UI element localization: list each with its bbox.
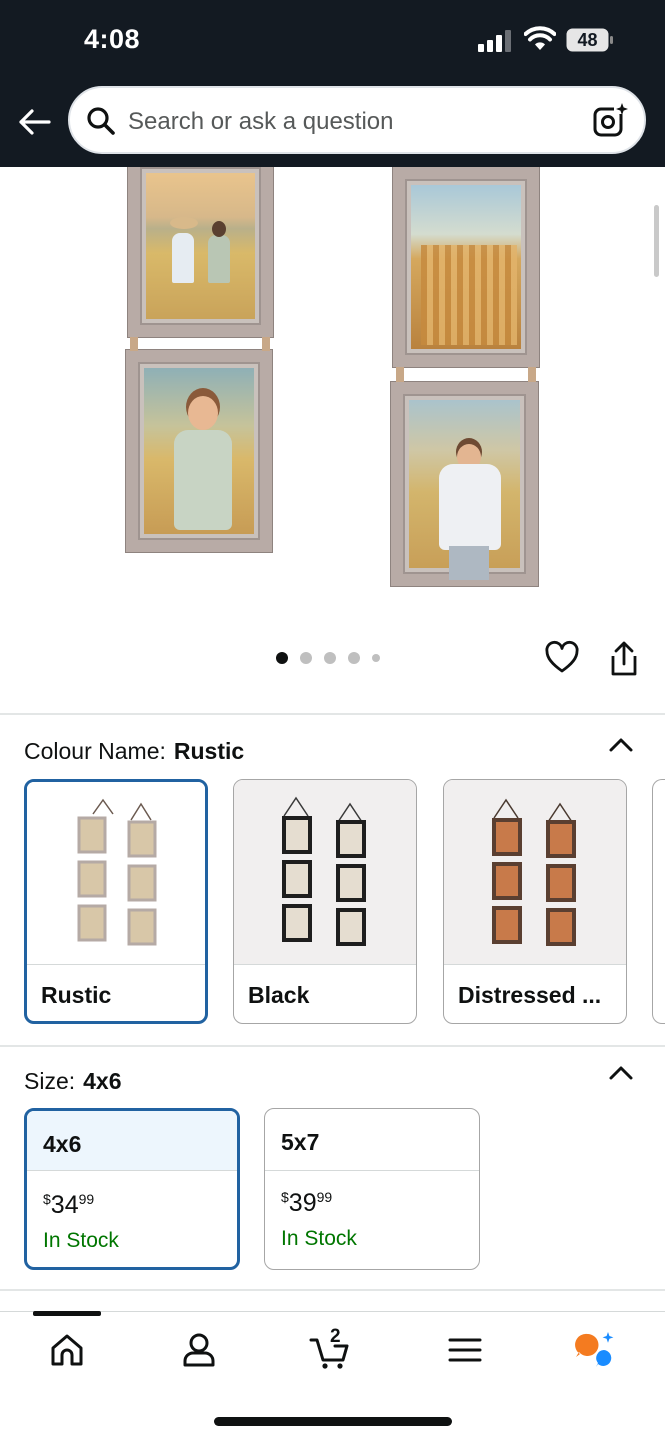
- size-label: Size: 4x6: [24, 1068, 122, 1095]
- camera-search-icon[interactable]: [592, 102, 630, 140]
- colour-option-next-partial[interactable]: [652, 779, 665, 1024]
- status-time: 4:08: [84, 24, 141, 54]
- size-selected-value: 4x6: [83, 1068, 122, 1094]
- wifi-icon: [524, 26, 556, 50]
- colour-option-black[interactable]: Black: [233, 779, 417, 1024]
- swatch-image: [27, 782, 205, 966]
- pagination-dot[interactable]: [276, 652, 288, 664]
- rufus-icon[interactable]: [574, 1330, 616, 1370]
- swatch-label: Black: [234, 964, 416, 1023]
- battery-level: 48: [577, 30, 598, 50]
- photo-frame: [393, 167, 539, 367]
- pagination-dot[interactable]: [348, 652, 360, 664]
- colour-label-text: Colour Name:: [24, 738, 166, 764]
- menu-icon[interactable]: [444, 1330, 486, 1370]
- swatch-label: Distressed ...: [444, 964, 626, 1023]
- share-icon[interactable]: [606, 640, 642, 678]
- price-main: 34: [50, 1191, 79, 1219]
- price: $3999: [281, 1189, 332, 1218]
- hanging-clip: [396, 367, 404, 382]
- pagination-dot[interactable]: [324, 652, 336, 664]
- hanging-clip: [130, 337, 138, 351]
- price-main: 39: [288, 1189, 317, 1217]
- size-option-4x6[interactable]: 4x6 $3499 In Stock: [24, 1108, 240, 1270]
- colour-option-distressed[interactable]: Distressed ...: [443, 779, 627, 1024]
- chevron-up-icon[interactable]: [608, 736, 634, 754]
- photo-frame: [128, 167, 273, 337]
- hanging-clip: [262, 337, 270, 351]
- photo-frame: [126, 350, 272, 552]
- chevron-up-icon[interactable]: [608, 1064, 634, 1082]
- size-option-label: 5x7: [265, 1109, 479, 1171]
- stock-status: In Stock: [281, 1227, 357, 1250]
- size-option-label: 4x6: [27, 1111, 237, 1171]
- cart-count: 2: [330, 1326, 341, 1347]
- back-button[interactable]: [14, 102, 54, 142]
- app-header: 4:08 48 Search or ask a question: [0, 0, 665, 167]
- image-pagination[interactable]: [276, 652, 380, 664]
- heart-icon[interactable]: [544, 640, 580, 676]
- cellular-signal-icon: [478, 30, 511, 52]
- price: $3499: [43, 1191, 94, 1220]
- swatch-image: [234, 780, 416, 964]
- pagination-dot[interactable]: [300, 652, 312, 664]
- battery-icon: 48: [566, 28, 614, 52]
- photo-frame: [391, 382, 538, 586]
- home-indicator: [214, 1417, 452, 1426]
- size-option-5x7[interactable]: 5x7 $3999 In Stock: [264, 1108, 480, 1270]
- colour-selected-value: Rustic: [173, 738, 245, 764]
- swatch-label: Rustic: [27, 964, 205, 1021]
- swatch-image: [444, 780, 626, 964]
- pagination-dot[interactable]: [372, 654, 380, 662]
- price-cents: 99: [78, 1191, 95, 1207]
- divider: [0, 1289, 665, 1291]
- stock-status: In Stock: [43, 1229, 119, 1252]
- divider: [0, 713, 665, 715]
- hanging-clip: [528, 367, 536, 382]
- search-bar[interactable]: Search or ask a question: [68, 86, 646, 154]
- divider: [0, 1045, 665, 1047]
- colour-label: Colour Name: Rustic: [24, 738, 244, 765]
- search-icon: [87, 107, 115, 135]
- scrollbar[interactable]: [654, 205, 659, 277]
- price-currency: $: [43, 1191, 51, 1207]
- account-icon[interactable]: [178, 1330, 220, 1370]
- home-icon[interactable]: [46, 1330, 88, 1370]
- size-label-text: Size:: [24, 1068, 76, 1094]
- search-input[interactable]: Search or ask a question: [128, 108, 394, 136]
- colour-option-rustic[interactable]: Rustic: [24, 779, 208, 1024]
- price-cents: 99: [316, 1189, 333, 1205]
- price-currency: $: [281, 1189, 289, 1205]
- active-tab-indicator: [33, 1311, 101, 1316]
- back-arrow-icon: [19, 109, 51, 135]
- product-image[interactable]: [0, 167, 665, 712]
